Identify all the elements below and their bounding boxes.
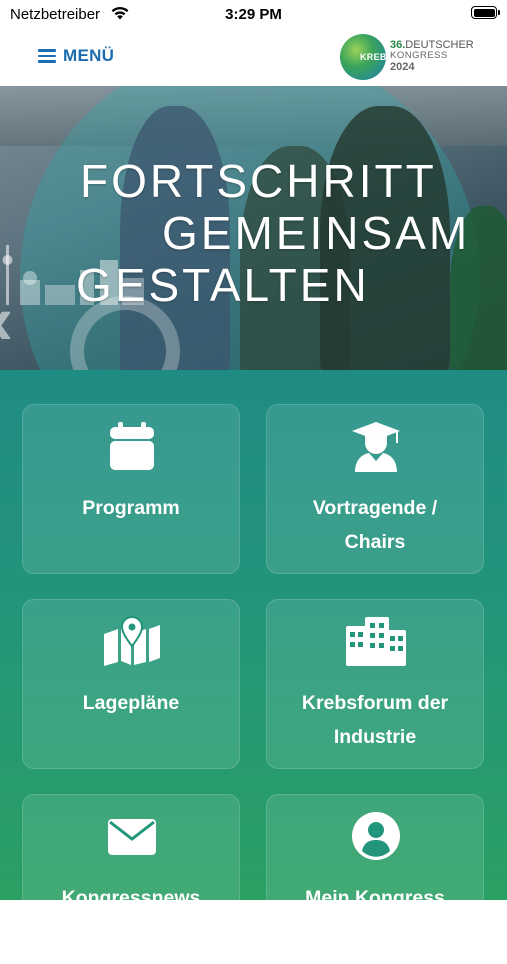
tile-lageplaene[interactable]: Lagepläne (22, 599, 240, 769)
hamburger-icon (38, 49, 56, 63)
tile-vortragende[interactable]: Vortragende / Chairs (266, 404, 484, 574)
status-bar: Netzbetreiber 3:29 PM (0, 0, 507, 28)
tile-label: Lagepläne (82, 692, 180, 714)
tiles-grid: Programm Vortragende / Chairs Lagepläne … (0, 370, 507, 964)
hero-chevron-icon: ‹ (0, 280, 13, 360)
tile-label: Krebsforum der (301, 692, 449, 714)
logo-line2: KONGRESS (390, 50, 448, 61)
tile-krebsforum[interactable]: Krebsforum der Industrie (266, 599, 484, 769)
calendar-icon (23, 421, 241, 471)
map-icon (23, 616, 241, 666)
tile-label: Kongressnews (61, 887, 201, 909)
battery-icon (471, 6, 500, 19)
hero-line-3: GESTALTEN (76, 259, 370, 311)
tile-programm[interactable]: Programm (22, 404, 240, 574)
hero-banner: ‹ FORTSCHRITT GEMEINSAM GESTALTEN (0, 86, 507, 370)
app-header: MENÜ KREBS 36.DEUTSCHER KONGRESS 2024 (0, 28, 507, 86)
graduate-icon (267, 421, 485, 472)
hero-line-2: GEMEINSAM (162, 207, 471, 259)
tile-label: Programm (82, 497, 180, 519)
tile-label-2: Industrie (333, 726, 417, 748)
menu-button[interactable]: MENÜ (38, 44, 114, 68)
building-icon (267, 616, 485, 666)
tile-label-2: Chairs (344, 531, 406, 553)
user-icon (267, 811, 485, 861)
tile-label: Vortragende / (312, 497, 438, 519)
clock: 3:29 PM (225, 6, 282, 23)
logo-krebs: KREBS (360, 52, 394, 62)
tile-kongressnews[interactable]: Kongressnews (22, 794, 240, 964)
menu-label: MENÜ (63, 46, 115, 65)
envelope-icon (23, 811, 241, 861)
congress-logo: KREBS 36.DEUTSCHER KONGRESS 2024 (340, 32, 474, 82)
hero-line-1: FORTSCHRITT (80, 155, 437, 207)
tile-label: Mein Kongress (305, 887, 445, 909)
tile-mein-kongress[interactable]: Mein Kongress (266, 794, 484, 964)
logo-year: 2024 (390, 61, 415, 73)
